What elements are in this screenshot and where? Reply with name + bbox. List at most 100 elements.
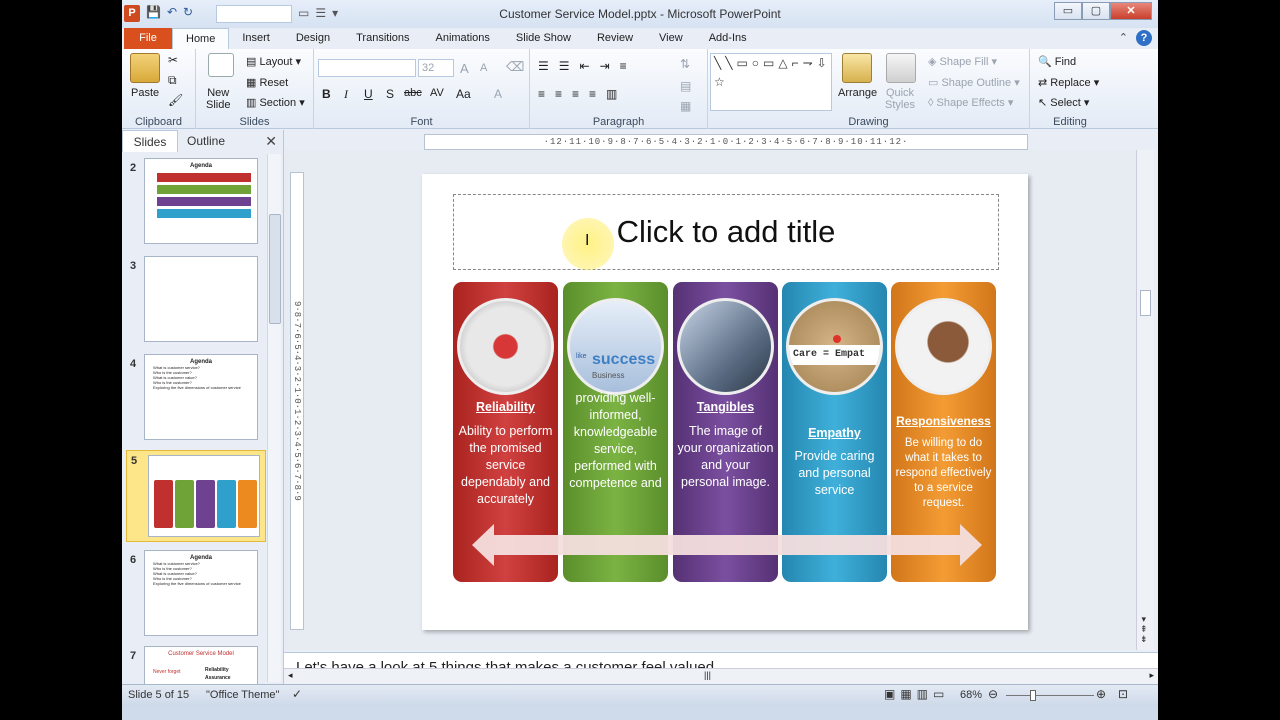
column-text: Ability to perform the promised service … (458, 424, 553, 506)
pane-close-icon[interactable]: ✕ (265, 133, 277, 150)
shape-fill-button[interactable]: ◈ Shape Fill ▾ (928, 55, 997, 68)
tab-outline[interactable]: Outline (178, 130, 234, 152)
shapes-gallery[interactable]: ╲╲▭○▭△⌐⇁⇩◇⌒⌒{}☆ (710, 53, 832, 111)
title-placeholder[interactable]: Click to add title (453, 194, 999, 270)
slides-label: Slides (239, 116, 270, 128)
layout-button[interactable]: ▤ Layout ▾ (246, 55, 301, 68)
font-size-field[interactable]: 32 (418, 59, 454, 77)
zoom-in-icon[interactable]: ⊕ (1096, 687, 1106, 701)
font-name-field[interactable] (318, 59, 416, 77)
slides-pane-scrollbar[interactable] (267, 154, 281, 682)
tab-view[interactable]: View (646, 28, 696, 50)
section-icon: ▥ (246, 97, 260, 109)
find-button[interactable]: 🔍 Find (1038, 55, 1076, 68)
drawing-group: ╲╲▭○▭△⌐⇁⇩◇⌒⌒{}☆ Arrange Quick Styles ◈ S… (708, 49, 1030, 129)
ribbon-minimize-icon[interactable]: ⌃ (1119, 31, 1128, 44)
change-case-icon[interactable]: Aa (456, 87, 471, 101)
quick-styles-button[interactable]: Quick Styles (880, 87, 920, 111)
scroll-right-icon[interactable]: ▸ (1149, 670, 1154, 681)
thumbnail-line: Exploring the five dimensions of custome… (153, 581, 241, 586)
arrange-icon[interactable] (842, 53, 872, 83)
section-button[interactable]: ▥ Section ▾ (246, 96, 305, 109)
slides-pane: Slides Outline ✕ 2 Agenda 3 4 Agenda Wha… (122, 130, 284, 684)
reset-button[interactable]: ▦ Reset (246, 76, 288, 89)
editing-group: 🔍 Find ⇄ Replace ▾ ↖ Select ▾ Editing (1030, 49, 1110, 129)
shape-outline-button[interactable]: ▭ Shape Outline ▾ (928, 76, 1020, 89)
slide-vertical-scrollbar[interactable]: ▾ ⇞ ⇟ (1136, 150, 1154, 650)
font-label: Font (410, 116, 433, 128)
quick-styles-icon[interactable] (886, 53, 916, 83)
minimize-button[interactable]: ▭ (1054, 2, 1082, 20)
tab-design[interactable]: Design (283, 28, 343, 50)
grow-font-icon[interactable]: A (460, 61, 469, 76)
smartart-icon[interactable]: ▦ (680, 99, 691, 113)
paste-icon[interactable] (130, 53, 160, 83)
scroll-grip-icon[interactable]: ||| (704, 670, 711, 680)
double-arrow-shape[interactable] (472, 524, 982, 566)
scroll-arrows-icon[interactable]: ▾ ⇞ ⇟ (1140, 614, 1148, 644)
new-slide-button[interactable]: New Slide (206, 87, 230, 111)
help-icon[interactable]: ? (1136, 30, 1152, 46)
slide-canvas[interactable]: Click to add title Reliability Ability t… (422, 174, 1028, 630)
list-controls-icon[interactable]: ☰☰⇤⇥≡ (538, 59, 637, 73)
close-button[interactable]: ✕ (1110, 2, 1152, 20)
strikethrough-icon[interactable]: abc (404, 87, 422, 99)
tab-slide-show[interactable]: Slide Show (503, 28, 584, 50)
paste-button[interactable]: Paste (131, 87, 159, 99)
replace-button[interactable]: ⇄ Replace ▾ (1038, 76, 1099, 89)
chain-photo (457, 298, 554, 395)
align-text-icon[interactable]: ▤ (680, 79, 691, 93)
zoom-out-icon[interactable]: ⊖ (988, 687, 998, 701)
view-buttons-icon[interactable]: ▣▦▥▭ (884, 687, 949, 701)
slide-thumbnail-5[interactable]: 5 (126, 450, 266, 542)
horizontal-scrollbar[interactable]: ◂ ||| ▸ (284, 668, 1158, 684)
tab-transitions[interactable]: Transitions (343, 28, 422, 50)
scrollbar-thumb[interactable] (269, 214, 281, 324)
replace-icon: ⇄ (1038, 77, 1051, 89)
tab-review[interactable]: Review (584, 28, 646, 50)
italic-icon[interactable]: I (344, 87, 348, 102)
tab-home[interactable]: Home (172, 28, 230, 50)
tab-add-ins[interactable]: Add-Ins (696, 28, 760, 50)
slide-thumbnail-2[interactable]: 2 Agenda (126, 158, 266, 250)
clear-format-icon[interactable]: ⌫ (506, 59, 524, 75)
tab-insert[interactable]: Insert (229, 28, 283, 50)
shrink-font-icon[interactable]: A (480, 62, 487, 74)
select-button[interactable]: ↖ Select ▾ (1038, 96, 1089, 109)
bold-icon[interactable]: B (322, 87, 331, 101)
slide-counter: Slide 5 of 15 (128, 689, 190, 701)
thumb-bar (157, 185, 251, 194)
slide-thumbnail-6[interactable]: 6 Agenda What is customer service? Who i… (126, 550, 266, 642)
cut-icon[interactable]: ✂ (168, 53, 178, 67)
thumb-col (238, 480, 257, 528)
shape-effects-button[interactable]: ◊ Shape Effects ▾ (928, 96, 1013, 109)
slide-thumbnail-4[interactable]: 4 Agenda What is customer service? Who i… (126, 354, 266, 446)
char-spacing-icon[interactable]: AV (430, 87, 444, 99)
align-controls-icon[interactable]: ≡≡≡≡▥ (538, 87, 627, 101)
tab-slides[interactable]: Slides (122, 130, 178, 152)
tab-animations[interactable]: Animations (423, 28, 503, 50)
shadow-icon[interactable]: S (386, 87, 394, 101)
column-text: Be willing to do what it takes to respon… (895, 437, 992, 509)
text-direction-icon[interactable]: ⇅ (680, 57, 690, 71)
scroll-left-icon[interactable]: ◂ (288, 670, 293, 681)
shape-effects-label: Shape Effects (936, 97, 1005, 109)
tab-file[interactable]: File (124, 28, 172, 50)
new-slide-icon[interactable] (208, 53, 234, 77)
powerpoint-window: P 💾 ↶ ↻ ▭ ☰ ▾ Customer Service Model.ppt… (122, 0, 1158, 720)
maximize-button[interactable]: ▢ (1082, 2, 1110, 20)
zoom-slider-thumb[interactable] (1030, 690, 1036, 701)
font-color-icon[interactable]: A (494, 87, 502, 101)
format-painter-icon[interactable]: 🖌 (168, 93, 183, 107)
zoom-slider[interactable] (1006, 695, 1094, 696)
scrollbar-thumb[interactable] (1140, 290, 1151, 316)
copy-icon[interactable]: ⧉ (168, 73, 177, 88)
slide-thumbnail-3[interactable]: 3 (126, 256, 266, 348)
theme-name[interactable]: "Office Theme" (206, 689, 279, 701)
slide-thumbnail-7[interactable]: 7 Customer Service Model Never forget Re… (126, 646, 266, 684)
underline-icon[interactable]: U (364, 87, 373, 101)
zoom-level[interactable]: 68% (960, 689, 982, 701)
arrange-button[interactable]: Arrange (838, 87, 877, 99)
spellcheck-icon[interactable]: ✓ (292, 687, 302, 701)
fit-to-window-icon[interactable]: ⊡ (1118, 687, 1128, 701)
